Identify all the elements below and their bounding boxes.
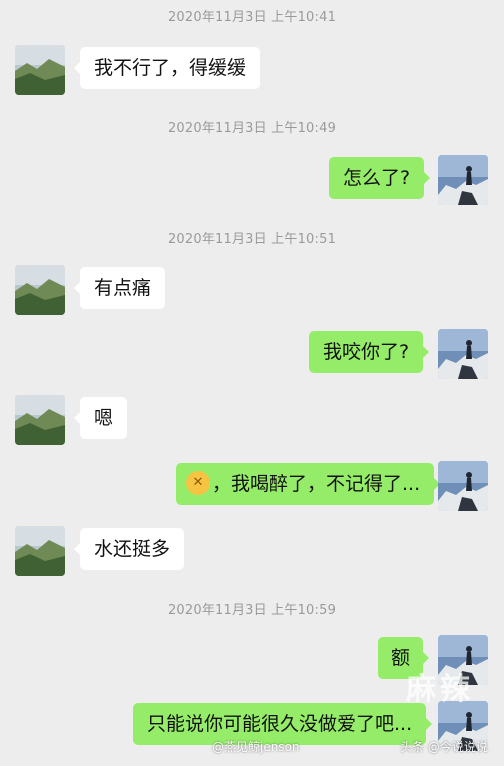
mountain-landscape-icon: [15, 265, 65, 315]
message-bubble-incoming[interactable]: 嗯: [73, 397, 128, 439]
message-bubble-incoming[interactable]: 我不行了，得缓缓: [73, 47, 261, 89]
timestamp: 2020年11月3日 上午10:41: [167, 10, 337, 25]
self-avatar[interactable]: [438, 155, 488, 205]
person-on-rock-icon: [438, 329, 488, 379]
mountain-landscape-icon: [15, 395, 65, 445]
timestamp: 2020年11月3日 上午10:51: [167, 232, 337, 247]
message-bubble-outgoing[interactable]: 怎么了?: [329, 157, 431, 199]
contact-avatar[interactable]: [15, 395, 65, 445]
dizzy-face-emoji-icon: ✕: [186, 470, 210, 495]
message-bubble-incoming[interactable]: 水还挺多: [73, 528, 185, 570]
toutiao-watermark: 头条 @今说说说: [400, 740, 488, 754]
person-on-rock-icon: [438, 155, 488, 205]
self-avatar[interactable]: [438, 329, 488, 379]
mountain-landscape-icon: [15, 45, 65, 95]
message-bubble-outgoing[interactable]: ✕ ，我喝醉了，不记得了...: [176, 463, 441, 505]
message-text: ，我喝醉了，不记得了...: [212, 473, 421, 495]
contact-avatar[interactable]: [15, 265, 65, 315]
contact-avatar[interactable]: [15, 45, 65, 95]
contact-avatar[interactable]: [15, 526, 65, 576]
watermark-logo: 麻辣: [406, 672, 474, 707]
mountain-landscape-icon: [15, 526, 65, 576]
message-bubble-incoming[interactable]: 有点痛: [73, 267, 166, 309]
timestamp: 2020年11月3日 上午10:49: [167, 121, 337, 136]
message-bubble-outgoing[interactable]: 我咬你了?: [309, 331, 430, 373]
timestamp: 2020年11月3日 上午10:59: [167, 603, 337, 618]
self-avatar[interactable]: [438, 461, 488, 511]
person-on-rock-icon: [438, 461, 488, 511]
weibo-watermark: @燕见鲸jenson: [212, 740, 300, 754]
